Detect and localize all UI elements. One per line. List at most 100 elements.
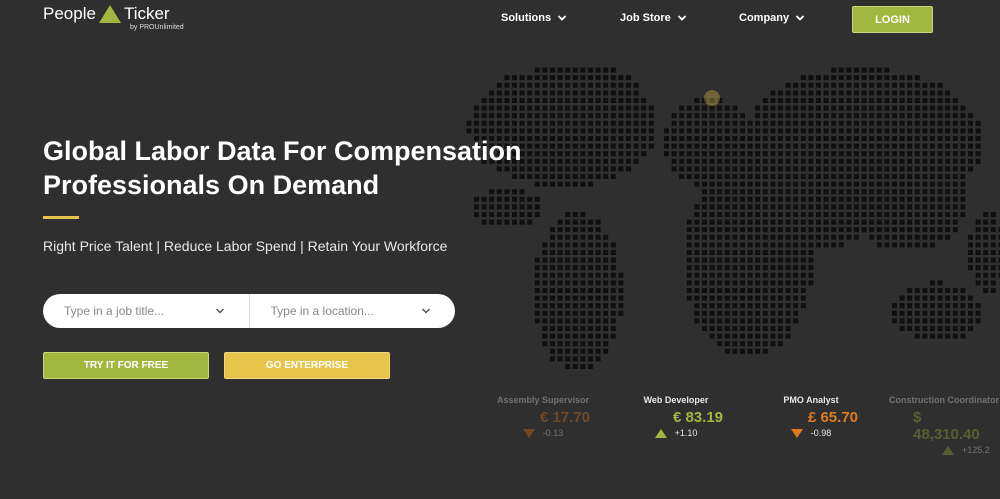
map-dot bbox=[770, 136, 776, 141]
login-button[interactable]: LOGIN bbox=[852, 6, 933, 33]
map-dot bbox=[930, 166, 935, 172]
map-dot bbox=[778, 128, 783, 134]
map-dot bbox=[481, 120, 487, 126]
map-dot bbox=[694, 204, 700, 210]
map-dot bbox=[740, 151, 745, 157]
map-dot bbox=[603, 75, 609, 81]
map-dot bbox=[694, 158, 700, 164]
map-dot bbox=[504, 113, 510, 119]
map-dot bbox=[595, 158, 601, 164]
map-dot bbox=[542, 280, 548, 286]
map-dot bbox=[724, 318, 730, 324]
map-dot bbox=[755, 250, 761, 255]
map-dot bbox=[945, 219, 951, 225]
map-dot bbox=[899, 75, 905, 81]
map-dot bbox=[542, 113, 548, 119]
map-dot bbox=[648, 128, 654, 134]
map-dot bbox=[694, 98, 700, 103]
location-input[interactable] bbox=[270, 304, 421, 318]
nav-item-solutions[interactable]: Solutions bbox=[501, 12, 567, 24]
go-enterprise-button[interactable]: GO ENTERPRISE bbox=[224, 352, 390, 379]
map-dot bbox=[968, 151, 973, 157]
map-dot bbox=[565, 234, 571, 240]
map-dot bbox=[846, 67, 852, 73]
map-dot bbox=[899, 136, 905, 141]
map-dot bbox=[686, 250, 692, 255]
map-dot bbox=[854, 189, 859, 195]
map-dot bbox=[937, 174, 943, 179]
map-dot bbox=[876, 234, 882, 240]
map-dot bbox=[823, 158, 829, 164]
nav-item-job-store[interactable]: Job Store bbox=[620, 12, 687, 24]
map-dot bbox=[937, 295, 943, 301]
map-dot bbox=[846, 128, 852, 134]
map-dot bbox=[899, 227, 905, 233]
map-dot bbox=[603, 303, 609, 309]
try-it-free-button[interactable]: TRY IT FOR FREE bbox=[43, 352, 209, 379]
map-dot bbox=[854, 212, 859, 217]
map-dot bbox=[816, 196, 821, 202]
map-dot bbox=[565, 310, 571, 316]
map-dot bbox=[952, 303, 958, 309]
map-dot bbox=[808, 136, 814, 141]
map-dot bbox=[762, 105, 768, 111]
map-dot bbox=[610, 295, 616, 301]
ticker-card-construction-coordinator[interactable]: Construction Coordinator $ 48,310.40 +12… bbox=[880, 395, 1000, 455]
map-dot bbox=[884, 128, 890, 134]
map-dot bbox=[565, 318, 571, 324]
map-dot bbox=[861, 67, 867, 73]
map-dot bbox=[724, 295, 730, 301]
ticker-card-assembly-supervisor[interactable]: Assembly Supervisor € 17.70 -0.13 bbox=[478, 395, 608, 438]
map-dot bbox=[800, 227, 806, 233]
map-dot bbox=[945, 105, 951, 111]
map-dot bbox=[793, 280, 799, 286]
location-field[interactable] bbox=[248, 294, 456, 328]
map-dot bbox=[572, 341, 578, 347]
map-dot bbox=[952, 310, 958, 316]
map-dot bbox=[952, 212, 958, 217]
map-dot bbox=[914, 333, 920, 339]
map-dot bbox=[914, 189, 920, 195]
map-dot bbox=[740, 303, 745, 309]
map-dot bbox=[717, 265, 723, 271]
map-dot bbox=[930, 128, 935, 134]
map-dot bbox=[937, 151, 943, 157]
map-dot bbox=[892, 82, 897, 88]
nav-item-company[interactable]: Company bbox=[739, 12, 805, 24]
map-dot bbox=[907, 151, 913, 157]
ticker-card-pmo-analyst[interactable]: PMO Analyst £ 65.70 -0.98 bbox=[746, 395, 876, 438]
map-dot bbox=[861, 189, 867, 195]
map-dot bbox=[603, 326, 609, 331]
map-dot bbox=[588, 113, 593, 119]
map-dot bbox=[732, 120, 738, 126]
map-dot bbox=[846, 196, 852, 202]
map-dot bbox=[588, 136, 593, 141]
map-dot bbox=[975, 242, 981, 248]
map-dot bbox=[702, 265, 707, 271]
map-dot bbox=[884, 82, 890, 88]
map-dot bbox=[793, 143, 799, 149]
map-dot bbox=[838, 143, 844, 149]
map-dot bbox=[960, 151, 966, 157]
map-dot bbox=[489, 98, 495, 103]
map-dot bbox=[595, 318, 601, 324]
map-dot bbox=[914, 143, 920, 149]
map-dot bbox=[770, 295, 776, 301]
map-dot bbox=[884, 98, 890, 103]
map-dot bbox=[937, 303, 943, 309]
map-dot bbox=[854, 166, 859, 172]
job-title-input[interactable] bbox=[64, 304, 214, 318]
map-dot bbox=[960, 318, 966, 324]
ticker-card-web-developer[interactable]: Web Developer € 83.19 +1.10 bbox=[611, 395, 741, 438]
chevron-down-icon[interactable] bbox=[421, 306, 431, 316]
job-title-field[interactable] bbox=[43, 294, 249, 328]
map-dot bbox=[968, 295, 973, 301]
chevron-down-icon[interactable] bbox=[215, 306, 225, 316]
map-dot bbox=[861, 151, 867, 157]
map-dot bbox=[740, 333, 745, 339]
map-dot bbox=[854, 120, 859, 126]
map-dot bbox=[823, 181, 829, 187]
map-dot bbox=[610, 105, 616, 111]
map-dot bbox=[534, 310, 540, 316]
map-dot bbox=[557, 280, 563, 286]
